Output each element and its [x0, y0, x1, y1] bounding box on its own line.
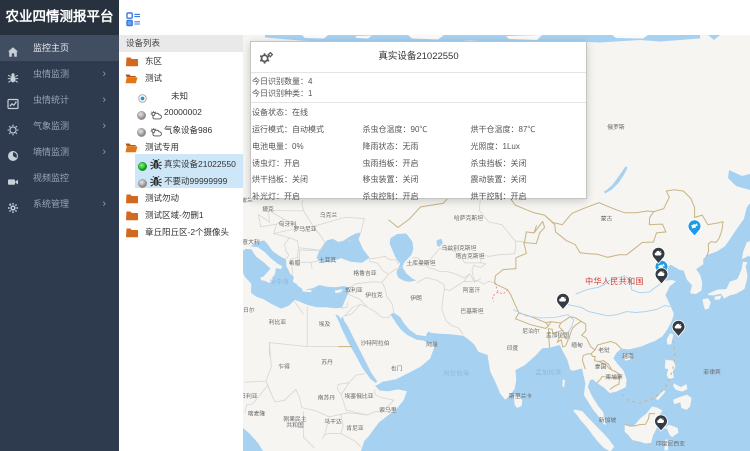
svg-text:沙特阿拉伯: 沙特阿拉伯	[361, 339, 390, 347]
svg-text:巴基斯坦: 巴基斯坦	[460, 307, 483, 315]
svg-text:孟加拉湾: 孟加拉湾	[535, 369, 561, 377]
svg-text:阿拉伯海: 阿拉伯海	[443, 370, 469, 378]
svg-text:缅甸: 缅甸	[571, 341, 583, 349]
svg-text:柬埔寨: 柬埔寨	[605, 373, 623, 381]
svg-text:阿富汗: 阿富汗	[463, 286, 481, 294]
svg-text:埃塞俄比亚: 埃塞俄比亚	[345, 392, 374, 400]
svg-text:希腊: 希腊	[289, 259, 301, 267]
svg-text:伊拉克: 伊拉克	[365, 291, 383, 299]
svg-text:埃及: 埃及	[319, 320, 331, 328]
svg-text:新加坡: 新加坡	[599, 416, 617, 424]
svg-text:印度: 印度	[507, 344, 519, 352]
svg-text:南苏丹: 南苏丹	[318, 394, 336, 402]
svg-text:中华人民共和国: 中华人民共和国	[585, 276, 644, 286]
svg-text:俄罗斯: 俄罗斯	[607, 123, 625, 131]
svg-text:斯里兰卡: 斯里兰卡	[509, 392, 532, 400]
svg-text:土库曼斯坦: 土库曼斯坦	[407, 259, 436, 267]
svg-text:尼泊尔: 尼泊尔	[522, 327, 540, 335]
svg-text:塔吉克斯坦: 塔吉克斯坦	[456, 252, 485, 260]
svg-text:地中海: 地中海	[270, 278, 290, 286]
svg-text:哈萨克斯坦: 哈萨克斯坦	[454, 214, 483, 222]
svg-text:泰国: 泰国	[595, 363, 607, 371]
svg-text:捷克: 捷克	[262, 205, 274, 213]
svg-text:格鲁吉亚: 格鲁吉亚	[353, 269, 376, 277]
svg-text:尼日尔: 尼日尔	[243, 306, 255, 314]
svg-text:伊朗: 伊朗	[410, 294, 422, 302]
svg-text:蒙古: 蒙古	[601, 215, 613, 223]
svg-text:苏丹: 苏丹	[321, 358, 333, 366]
svg-text:孟加拉国: 孟加拉国	[546, 331, 569, 339]
svg-text:乌兹别克斯坦: 乌兹别克斯坦	[442, 244, 477, 252]
svg-text:乌干达: 乌干达	[324, 418, 342, 426]
svg-text:乍得: 乍得	[278, 363, 290, 371]
svg-text:刚果民主: 刚果民主	[283, 415, 306, 423]
svg-text:喀麦隆: 喀麦隆	[248, 410, 266, 418]
svg-text:肯尼亚: 肯尼亚	[346, 424, 364, 432]
svg-text:土耳其: 土耳其	[319, 256, 337, 264]
svg-text:叙利亚: 叙利亚	[345, 286, 363, 294]
svg-text:索马里: 索马里	[379, 406, 397, 414]
svg-text:老挝: 老挝	[598, 346, 610, 354]
svg-text:罗马尼亚: 罗马尼亚	[293, 225, 316, 233]
svg-text:印度尼西亚: 印度尼西亚	[656, 440, 685, 448]
svg-text:利比亚: 利比亚	[269, 318, 287, 326]
svg-text:也门: 也门	[391, 365, 403, 373]
svg-text:菲律宾: 菲律宾	[703, 368, 721, 376]
svg-text:意大利: 意大利	[243, 238, 260, 246]
svg-text:阿曼: 阿曼	[426, 341, 438, 349]
svg-text:越南: 越南	[622, 352, 634, 360]
svg-text:乌克兰: 乌克兰	[320, 211, 338, 219]
svg-text:尼日利亚: 尼日利亚	[243, 392, 258, 400]
svg-text:共和国: 共和国	[286, 421, 304, 429]
